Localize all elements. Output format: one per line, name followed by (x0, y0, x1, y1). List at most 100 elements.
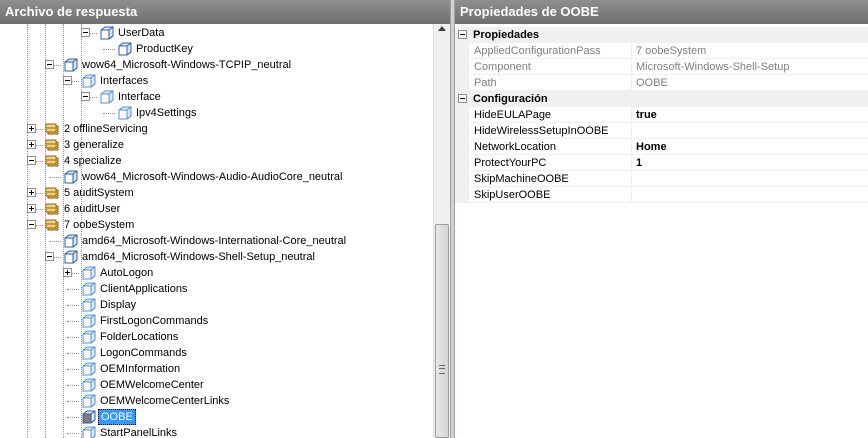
setting-icon (81, 378, 96, 392)
collapse-minus-icon[interactable] (458, 94, 467, 103)
tree-node[interactable]: LogonCommands (0, 345, 433, 361)
tree-node-label[interactable]: StartPanelLinks (98, 425, 179, 438)
scrollbar-thumb[interactable] (435, 224, 449, 438)
setting-icon (81, 298, 96, 312)
tree-node[interactable]: 4 specialize (0, 153, 433, 169)
property-row[interactable]: SkipMachineOOBE (455, 171, 868, 187)
tree-node-label[interactable]: OEMInformation (98, 361, 182, 377)
property-name: AppliedConfigurationPass (474, 45, 601, 57)
tree-node[interactable]: AutoLogon (0, 265, 433, 281)
tree-node-label[interactable]: amd64_Microsoft-Windows-Shell-Setup_neut… (80, 249, 317, 265)
tree-node-label[interactable]: 3 generalize (62, 137, 126, 153)
property-row[interactable]: ProtectYourPC 1 (455, 155, 868, 171)
property-value: Microsoft-Windows-Shell-Setup (636, 61, 790, 73)
tree-node[interactable]: wow64_Microsoft-Windows-Audio-AudioCore_… (0, 169, 433, 185)
tree-node[interactable]: StartPanelLinks (0, 425, 433, 438)
tree-node-label[interactable]: ProductKey (134, 41, 195, 57)
tree-node[interactable]: Interfaces (0, 73, 433, 89)
tree-vertical-scrollbar[interactable] (433, 24, 450, 438)
collapse-minus-icon[interactable] (45, 60, 54, 69)
tree-node-label[interactable]: 7 oobeSystem (62, 217, 136, 233)
tree-node[interactable]: 7 oobeSystem (0, 217, 433, 233)
tree-node-label[interactable]: wow64_Microsoft-Windows-Audio-AudioCore_… (80, 169, 344, 185)
tree-node[interactable]: Interface (0, 89, 433, 105)
setting-icon (81, 394, 96, 408)
property-value: 7 oobeSystem (636, 45, 707, 57)
expand-plus-icon[interactable] (63, 268, 72, 277)
answer-file-tree[interactable]: UserData ProductKey wow64_Microsoft-Window… (0, 24, 433, 438)
collapse-minus-icon[interactable] (81, 28, 90, 37)
component-icon (99, 26, 114, 40)
property-row[interactable]: Component Microsoft-Windows-Shell-Setup (455, 59, 868, 75)
collapse-minus-icon[interactable] (63, 76, 72, 85)
tree-connector-line (67, 385, 79, 386)
tree-node-label[interactable]: Display (98, 297, 138, 313)
tree-node-label[interactable]: Interfaces (98, 73, 150, 89)
property-row[interactable]: HideWirelessSetupInOOBE (455, 123, 868, 139)
tree-connector-line (67, 353, 79, 354)
property-name: NetworkLocation (474, 141, 556, 153)
expand-plus-icon[interactable] (27, 188, 36, 197)
tree-node-label[interactable]: Interface (116, 89, 163, 105)
tree-node-label[interactable]: 2 offlineServicing (62, 121, 150, 137)
tree-node[interactable]: OEMInformation (0, 361, 433, 377)
tree-node[interactable]: wow64_Microsoft-Windows-TCPIP_neutral (0, 57, 433, 73)
expand-plus-icon[interactable] (27, 140, 36, 149)
tree-node-label[interactable]: FirstLogonCommands (98, 313, 210, 329)
property-value: OOBE (636, 77, 668, 89)
collapse-minus-icon[interactable] (45, 252, 54, 261)
tree-node[interactable]: Display (0, 297, 433, 313)
tree-node[interactable]: 2 offlineServicing (0, 121, 433, 137)
tree-node-label[interactable]: AutoLogon (98, 265, 155, 281)
expand-plus-icon[interactable] (27, 124, 36, 133)
scroll-up-arrow-icon[interactable] (438, 26, 446, 31)
tree-node[interactable]: UserData (0, 25, 433, 41)
tree-node-label[interactable]: amd64_Microsoft-Windows-International-Co… (80, 233, 348, 249)
tree-node-label[interactable]: LogonCommands (98, 345, 189, 361)
tree-node[interactable]: OEMWelcomeCenter (0, 377, 433, 393)
property-value[interactable]: true (636, 107, 866, 123)
collapse-minus-icon[interactable] (458, 30, 467, 39)
tree-node-label[interactable]: UserData (116, 25, 166, 41)
tree-node-label[interactable]: FolderLocations (98, 329, 180, 345)
tree-node[interactable]: FirstLogonCommands (0, 313, 433, 329)
property-row[interactable]: Path OOBE (455, 75, 868, 91)
tree-node-label[interactable]: OEMWelcomeCenter (98, 377, 206, 393)
tree-node[interactable]: OEMWelcomeCenterLinks (0, 393, 433, 409)
tree-node[interactable]: 3 generalize (0, 137, 433, 153)
tree-node-label[interactable]: 6 auditUser (62, 201, 122, 217)
properties-title-text: Propiedades de OOBE (460, 4, 599, 19)
tree-node[interactable]: OOBE (0, 409, 433, 425)
tree-node-label[interactable]: OOBE (98, 409, 136, 425)
tree-node-label[interactable]: OEMWelcomeCenterLinks (98, 393, 231, 409)
tree-node[interactable]: 5 auditSystem (0, 185, 433, 201)
tree-node[interactable]: amd64_Microsoft-Windows-Shell-Setup_neut… (0, 249, 433, 265)
property-value[interactable]: Home (636, 139, 866, 155)
property-row[interactable]: SkipUserOOBE (455, 187, 868, 203)
tree-node[interactable]: Ipv4Settings (0, 105, 433, 121)
property-row[interactable]: HideEULAPage true (455, 107, 868, 123)
tree-node[interactable]: FolderLocations (0, 329, 433, 345)
property-grid[interactable]: Propiedades AppliedConfigurationPass 7 oob… (455, 24, 868, 438)
tree-node-label[interactable]: Ipv4Settings (134, 105, 199, 121)
tree-node-label[interactable]: wow64_Microsoft-Windows-TCPIP_neutral (80, 57, 293, 73)
tree-node[interactable]: 6 auditUser (0, 201, 433, 217)
tree-node-label[interactable]: 4 specialize (62, 153, 123, 169)
property-category[interactable]: Propiedades (455, 27, 868, 43)
tree-node[interactable]: amd64_Microsoft-Windows-International-Co… (0, 233, 433, 249)
property-name: HideEULAPage (474, 109, 552, 121)
property-category[interactable]: Configuración (455, 91, 868, 107)
setting-icon (81, 74, 96, 88)
tree-node-label[interactable]: ClientApplications (98, 281, 189, 297)
property-value[interactable]: 1 (636, 155, 866, 171)
property-gutter (455, 139, 469, 155)
collapse-minus-icon[interactable] (27, 220, 36, 229)
expand-plus-icon[interactable] (27, 204, 36, 213)
collapse-minus-icon[interactable] (27, 156, 36, 165)
property-row[interactable]: AppliedConfigurationPass 7 oobeSystem (455, 43, 868, 59)
tree-node[interactable]: ProductKey (0, 41, 433, 57)
collapse-minus-icon[interactable] (81, 92, 90, 101)
property-row[interactable]: NetworkLocation Home (455, 139, 868, 155)
tree-node[interactable]: ClientApplications (0, 281, 433, 297)
tree-node-label[interactable]: 5 auditSystem (62, 185, 136, 201)
